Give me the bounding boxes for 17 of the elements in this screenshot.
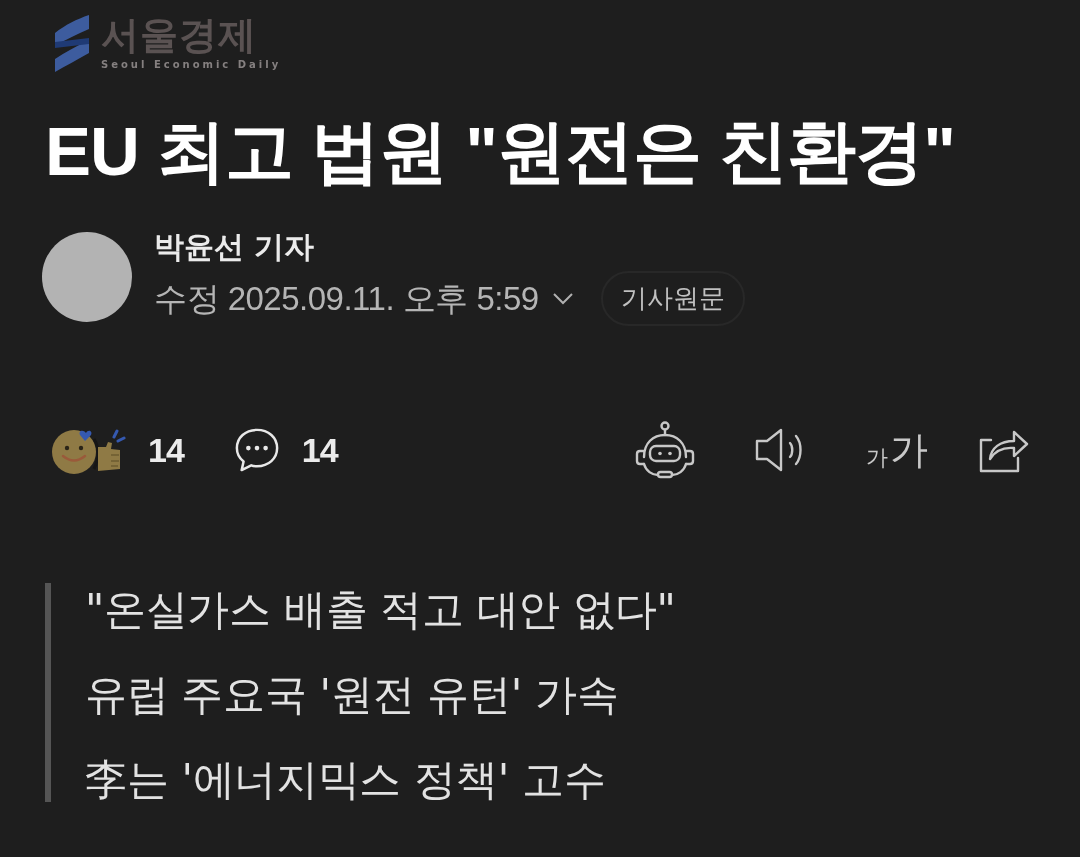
- headline: EU 최고 법원 "원전은 친환경": [45, 112, 956, 192]
- summary-line: 유럽 주요국 '원전 유턴' 가속: [85, 669, 619, 717]
- ai-summary-button[interactable]: [634, 421, 696, 479]
- comment-button[interactable]: 14: [233, 427, 338, 473]
- summary-line: "온실가스 배출 적고 대안 없다": [85, 584, 676, 632]
- article-date: 수정 2025.09.11. 오후 5:59: [154, 278, 539, 319]
- reaction-button[interactable]: 14: [50, 425, 184, 475]
- robot-icon: [634, 421, 696, 479]
- speech-bubble-icon: [233, 427, 280, 473]
- chevron-down-icon: [552, 292, 573, 305]
- reporter-name[interactable]: 박윤선 기자: [154, 227, 315, 267]
- logo-wordmark: 서울경제: [101, 15, 258, 55]
- logo-mark-icon: [55, 15, 89, 72]
- logo-tagline: Seoul Economic Daily: [101, 58, 282, 71]
- font-size-button[interactable]: 가가: [866, 431, 928, 469]
- summary-line: 李는 '에너지믹스 정책' 고수: [85, 754, 606, 802]
- original-article-button[interactable]: 기사원문: [600, 271, 745, 326]
